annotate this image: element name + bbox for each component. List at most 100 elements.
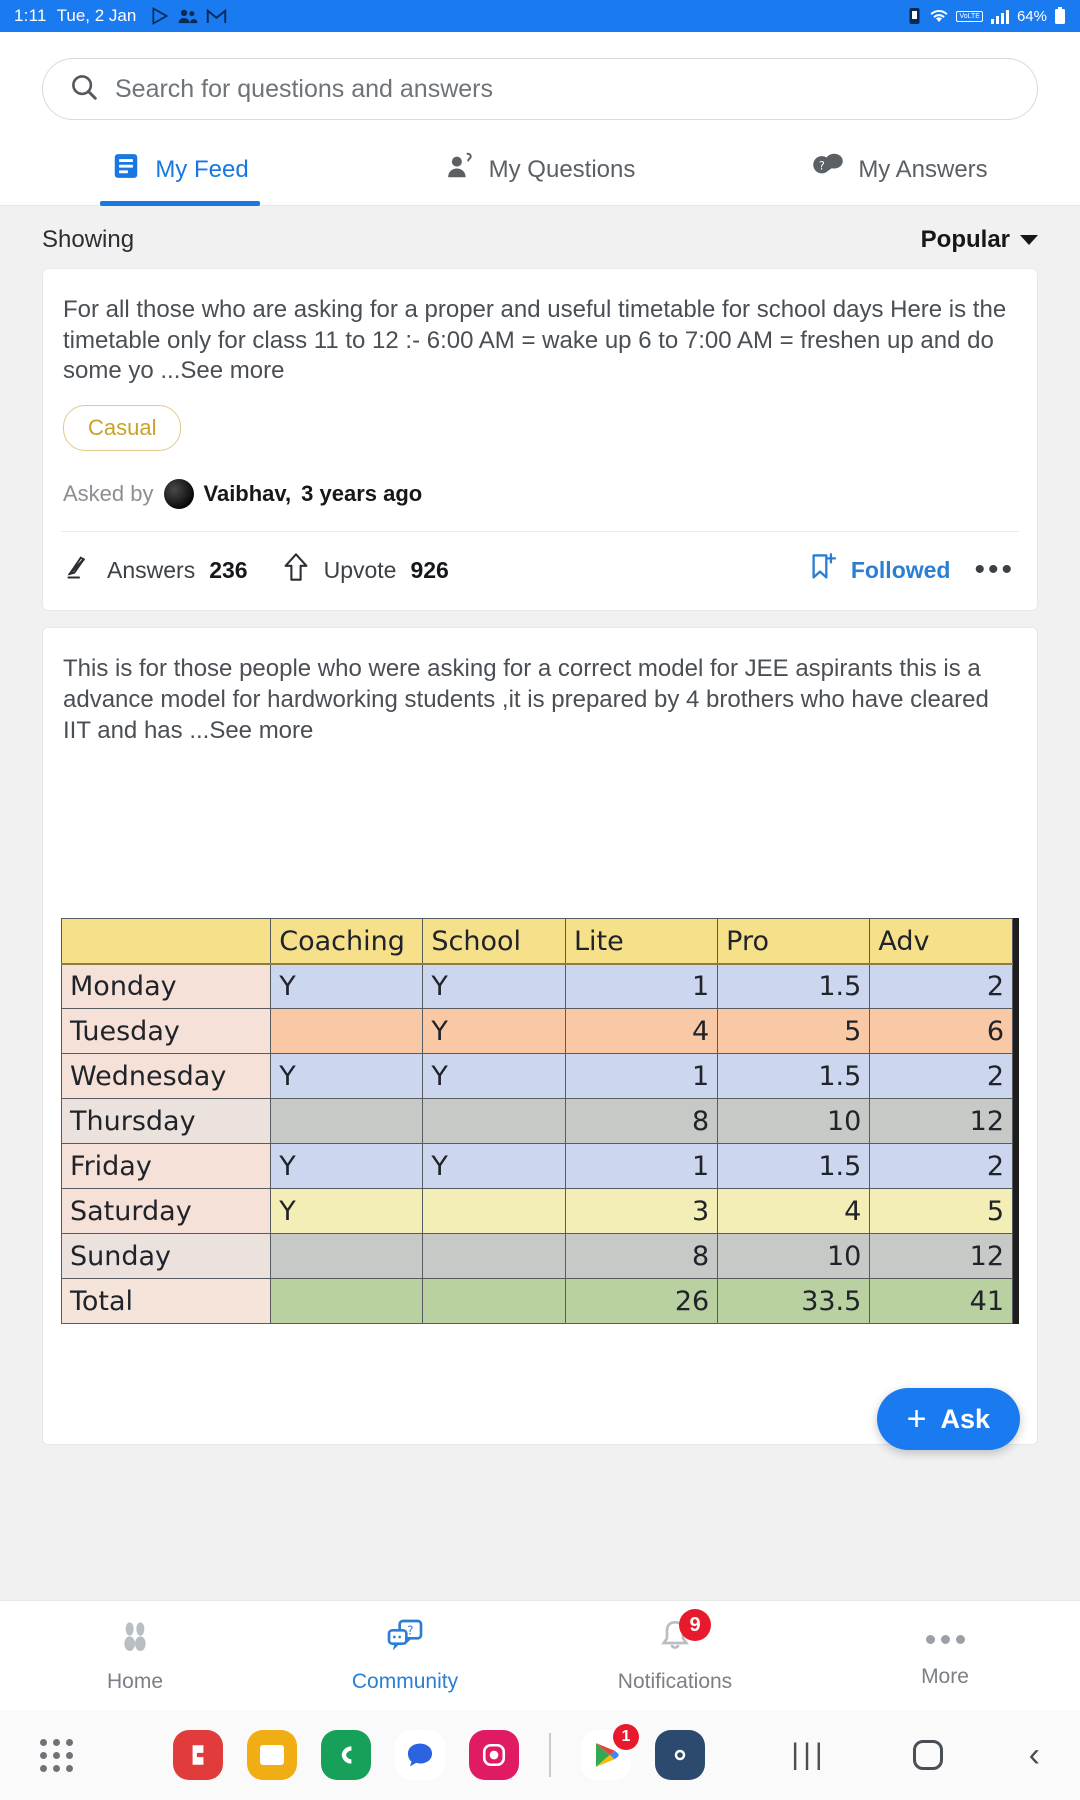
nav-item-notifications[interactable]: 9 Notifications	[540, 1609, 810, 1694]
yellow-files-icon[interactable]	[247, 1730, 297, 1780]
tab-my-answers-label: My Answers	[858, 155, 988, 183]
cell-coaching: Y	[270, 1053, 424, 1100]
nav-item-community[interactable]: ? Community	[270, 1617, 540, 1694]
cell-coaching: Y	[270, 1143, 424, 1190]
nav-item-more[interactable]: More	[810, 1623, 1080, 1689]
cell-pro: 10	[717, 1233, 871, 1280]
tab-my-questions[interactable]: My Questions	[360, 134, 720, 205]
table-row: Wednesday Y Y 1 1.5 2	[60, 1053, 1013, 1100]
table-row: Thursday 8 10 12	[60, 1098, 1013, 1145]
contacts-icon	[177, 6, 199, 26]
upvote-arrow-icon	[282, 552, 310, 588]
cell-lite: 1	[565, 1143, 719, 1190]
answers-label: Answers	[107, 556, 196, 583]
red-app-icon[interactable]	[173, 1730, 223, 1780]
table-row: Sunday 8 10 12	[60, 1233, 1013, 1280]
status-time: 1:11	[14, 6, 47, 25]
see-more-link[interactable]: ...See more	[189, 717, 313, 744]
col-header-lite: Lite	[565, 918, 719, 965]
answers-action[interactable]: Answers 236	[65, 553, 248, 587]
pencil-icon	[65, 553, 93, 587]
pink-camera-icon[interactable]	[469, 1730, 519, 1780]
avatar	[163, 479, 194, 510]
cell-adv: 12	[869, 1233, 1013, 1280]
see-more-link[interactable]: ...See more	[160, 357, 284, 384]
bookmark-plus-icon	[809, 552, 839, 588]
person-question-icon	[445, 151, 475, 188]
answer-bubble-icon: ?	[812, 151, 844, 188]
nav-item-home[interactable]: Home	[0, 1617, 270, 1694]
upvote-action[interactable]: Upvote 926	[282, 552, 449, 588]
notifications-badge: 9	[679, 1609, 711, 1641]
sort-value: Popular	[920, 226, 1010, 253]
cell-pro: 1.5	[717, 1143, 871, 1190]
table-header-row: Coaching School Lite Pro Adv	[60, 918, 1013, 965]
status-date: Tue, 2 Jan	[56, 6, 137, 25]
cell-school: Y	[422, 1053, 567, 1100]
blue-messages-icon[interactable]	[395, 1730, 445, 1780]
post-timestamp: 3 years ago	[301, 481, 423, 507]
cell-school: Y	[422, 963, 567, 1010]
community-chat-icon: ?	[385, 1617, 425, 1662]
col-header-school: School	[422, 918, 567, 965]
post-card[interactable]: This is for those people who were asking…	[42, 627, 1038, 1446]
overflow-menu-icon[interactable]: •••	[974, 555, 1015, 585]
author-name[interactable]: Vaibhav,	[204, 481, 292, 507]
table-row: Saturday Y 3 4 5	[60, 1188, 1013, 1235]
settings-gear-icon[interactable]	[655, 1730, 705, 1780]
cell-coaching	[270, 1278, 424, 1325]
cell-day: Monday	[60, 963, 272, 1010]
wifi-icon	[929, 8, 949, 24]
post-body: For all those who are asking for a prope…	[63, 296, 1007, 385]
ask-button[interactable]: + Ask	[876, 1388, 1020, 1450]
col-header-coaching: Coaching	[270, 918, 424, 965]
timetable-spreadsheet: Coaching School Lite Pro Adv Monday Y Y 1 1.…	[60, 918, 1019, 1325]
tab-my-feed[interactable]: My Feed	[0, 134, 360, 205]
cell-school	[422, 1188, 567, 1235]
svg-text:?: ?	[407, 1623, 413, 1637]
post-author-row: Asked by Vaibhav, 3 years ago	[61, 457, 1019, 531]
tab-my-answers[interactable]: ? My Answers	[720, 134, 1080, 205]
chevron-down-icon	[1020, 235, 1038, 245]
showing-bar: Showing Popular	[0, 206, 1080, 268]
post-tag[interactable]: Casual	[63, 405, 182, 452]
col-header-blank	[60, 918, 272, 965]
sort-dropdown[interactable]: Popular	[921, 226, 1038, 254]
cell-pro: 5	[717, 1008, 871, 1055]
timetable-table: Coaching School Lite Pro Adv Monday Y Y 1 1.…	[60, 918, 1013, 1325]
cell-lite: 26	[565, 1278, 719, 1325]
cell-pro: 1.5	[717, 963, 871, 1010]
cell-day: Saturday	[60, 1188, 272, 1235]
recents-key[interactable]: |||	[791, 1738, 826, 1772]
upvote-count: 926	[410, 556, 449, 583]
post-attachment-image[interactable]: Coaching School Lite Pro Adv Monday Y Y 1 1.…	[60, 746, 1019, 1445]
table-row: Total 26 33.5 41	[60, 1278, 1013, 1325]
table-row: Tuesday Y 4 5 6	[60, 1008, 1013, 1055]
cell-adv: 2	[869, 1053, 1013, 1100]
play-triangle-icon	[150, 6, 170, 26]
search-input[interactable]: Search for questions and answers	[42, 58, 1038, 120]
col-header-pro: Pro	[717, 918, 871, 965]
feed-icon	[111, 151, 141, 188]
cell-day: Thursday	[60, 1098, 272, 1145]
follow-action[interactable]: Followed	[809, 552, 950, 588]
battery-icon	[1054, 7, 1066, 25]
cell-adv: 6	[869, 1008, 1013, 1055]
back-key[interactable]: ‹	[1029, 1738, 1040, 1772]
signal-icon	[990, 8, 1010, 24]
post-card[interactable]: For all those who are asking for a prope…	[42, 268, 1038, 612]
tab-my-questions-label: My Questions	[488, 155, 636, 183]
nav-item-more-label: More	[921, 1664, 969, 1688]
tag-row: Casual	[61, 387, 1019, 457]
green-phone-icon[interactable]	[321, 1730, 371, 1780]
tab-my-feed-label: My Feed	[155, 155, 249, 183]
nav-item-home-label: Home	[106, 1670, 164, 1693]
dock-divider	[549, 1733, 551, 1777]
play-store-icon[interactable]: 1	[581, 1724, 639, 1780]
table-row: Friday Y Y 1 1.5 2	[60, 1143, 1013, 1190]
table-row: Monday Y Y 1 1.5 2	[60, 963, 1013, 1010]
cell-coaching: Y	[270, 1188, 424, 1235]
cell-school	[422, 1278, 567, 1325]
home-key[interactable]	[912, 1740, 943, 1770]
app-drawer-icon[interactable]	[40, 1738, 73, 1772]
